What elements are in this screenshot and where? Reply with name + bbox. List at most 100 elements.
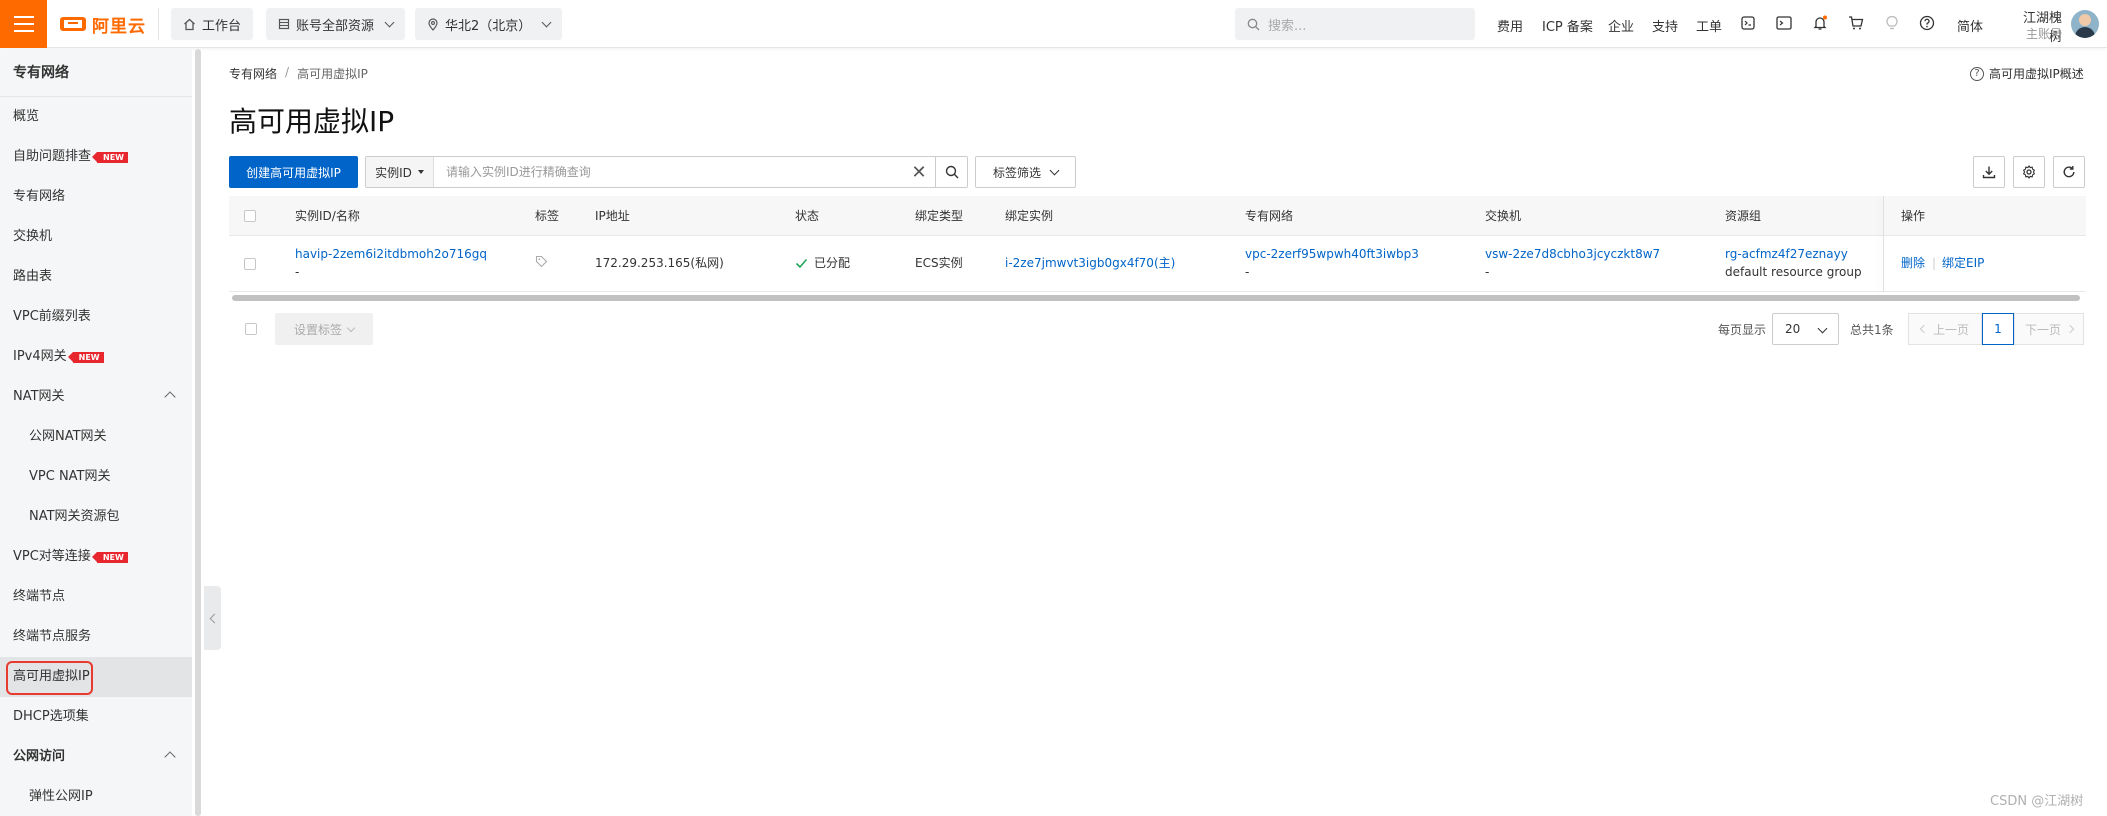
column-header-id: 实例ID/名称 <box>295 209 360 223</box>
global-search-input[interactable]: 搜索... <box>1235 8 1475 40</box>
cloud-shell-icon[interactable] <box>1739 14 1757 32</box>
sidebar-item-label: DHCP选项集 <box>13 709 89 724</box>
set-tag-button[interactable]: 设置标签 <box>275 313 373 345</box>
help-doc-link[interactable]: ? 高可用虚拟IP概述 <box>1970 65 2084 82</box>
create-havip-button[interactable]: 创建高可用虚拟IP <box>229 156 358 188</box>
page-number-label: 1 <box>1994 322 2002 336</box>
prev-page-label: 上一页 <box>1932 322 1969 337</box>
sidebar-item-eip[interactable]: 弹性公网IP <box>0 777 192 816</box>
terminal-icon[interactable] <box>1775 14 1793 32</box>
bind-eip-action-link[interactable]: 绑定EIP <box>1942 254 1984 272</box>
nav-link-ticket[interactable]: 工单 <box>1696 16 1722 35</box>
aliyun-logo[interactable]: 阿里云 <box>60 13 146 37</box>
sidebar-group-public-access[interactable]: 公网访问 <box>0 737 192 777</box>
sidebar-item-ipv4-gateway[interactable]: IPv4网关 NEW <box>0 337 192 377</box>
resources-label: 账号全部资源 <box>296 18 375 34</box>
sidebar-item-endpoint[interactable]: 终端节点 <box>0 577 192 617</box>
sidebar-item-public-nat[interactable]: 公网NAT网关 <box>0 417 192 457</box>
vswitch-id-link[interactable]: vsw-2ze7d8cbho3jcyczkt8w7 <box>1485 245 1660 263</box>
download-icon <box>1982 166 1996 179</box>
sidebar-item-vpc[interactable]: 专有网络 <box>0 177 192 217</box>
clear-icon[interactable]: ✕ <box>903 157 935 187</box>
sidebar-item-nat-resource-pack[interactable]: NAT网关资源包 <box>0 497 192 537</box>
next-page-button[interactable]: 下一页 <box>2014 313 2084 345</box>
table-header: 实例ID/名称 标签 IP地址 状态 绑定类型 绑定实例 专有网络 交换机 资源… <box>229 196 2086 236</box>
bind-instance-link[interactable]: i-2ze7jmwvt3igb0gx4f70(主) <box>1005 254 1175 272</box>
menu-icon[interactable] <box>0 0 47 48</box>
breadcrumb-separator: / <box>285 65 290 79</box>
select-all-checkbox[interactable] <box>244 210 256 222</box>
watermark-text: CSDN @江湖树 <box>1990 794 2084 809</box>
vpc-name: - <box>1245 265 1250 279</box>
sidebar-group-nat-gateway[interactable]: NAT网关 <box>0 377 192 417</box>
page-size-select[interactable]: 20 <box>1772 313 1839 345</box>
resource-group-link[interactable]: rg-acfmz4f27eznayy <box>1725 245 1848 263</box>
page-size-label: 每页显示 <box>1718 323 1767 337</box>
table-horizontal-scrollbar[interactable] <box>232 295 2080 301</box>
lightbulb-icon[interactable] <box>1883 14 1901 32</box>
sidebar-item-route-table[interactable]: 路由表 <box>0 257 192 297</box>
sidebar-collapse-toggle[interactable] <box>204 586 221 650</box>
chevron-up-icon <box>164 751 176 763</box>
chevron-down-icon <box>1817 323 1828 334</box>
new-badge: NEW <box>91 551 128 563</box>
instance-id-input[interactable] <box>434 157 903 187</box>
sidebar-item-label: VPC对等连接 <box>13 549 91 564</box>
set-tag-label: 设置标签 <box>293 322 342 337</box>
sidebar-item-vswitch[interactable]: 交换机 <box>0 217 192 257</box>
table-row: havip-2zem6i2itdbmoh2o716gq - 172.29.253… <box>229 236 2086 292</box>
help-icon[interactable] <box>1918 14 1936 32</box>
instance-search-bar: 实例ID ✕ <box>365 156 968 188</box>
search-icon <box>1247 18 1260 30</box>
sidebar-item-vpc-nat[interactable]: VPC NAT网关 <box>0 457 192 497</box>
nav-link-support[interactable]: 支持 <box>1652 16 1678 35</box>
workbench-button[interactable]: 工作台 <box>171 8 254 40</box>
sidebar-item-endpoint-service[interactable]: 终端节点服务 <box>0 617 192 657</box>
cart-icon[interactable] <box>1847 14 1865 32</box>
action-separator: | <box>1932 256 1937 270</box>
sidebar-scrollbar[interactable] <box>195 49 201 816</box>
vpc-id-link[interactable]: vpc-2zerf95wpwh40ft3iwbp3 <box>1245 245 1419 263</box>
sidebar-item-label: 交换机 <box>13 229 53 244</box>
settings-button[interactable] <box>2013 156 2045 188</box>
bell-icon[interactable] <box>1811 14 1829 32</box>
tag-icon[interactable] <box>535 255 548 273</box>
breadcrumb: 专有网络 / 高可用虚拟IP <box>229 65 368 82</box>
avatar[interactable] <box>2071 10 2099 38</box>
footer-select-all-checkbox[interactable] <box>245 323 257 335</box>
chevron-down-icon <box>346 323 356 332</box>
export-button[interactable] <box>1973 156 2005 188</box>
sidebar-item-vpc-peering[interactable]: VPC对等连接 NEW <box>0 537 192 577</box>
page-number-current[interactable]: 1 <box>1982 313 2014 345</box>
delete-action-link[interactable]: 删除 <box>1901 254 1925 272</box>
nav-link-billing[interactable]: 费用 <box>1497 16 1523 35</box>
sidebar-item-prefix-list[interactable]: VPC前缀列表 <box>0 297 192 337</box>
search-button[interactable] <box>935 157 967 187</box>
page-title: 高可用虚拟IP <box>229 105 395 138</box>
home-icon <box>184 18 195 30</box>
language-switch[interactable]: 简体 <box>1957 16 1983 35</box>
region-dropdown[interactable]: 华北2（北京） <box>415 8 563 40</box>
tag-filter-dropdown[interactable]: 标签筛选 <box>975 156 1076 188</box>
chevron-down-icon <box>384 17 395 27</box>
resource-scope-dropdown[interactable]: 账号全部资源 <box>266 8 406 40</box>
nav-link-enterprise[interactable]: 企业 <box>1608 16 1634 35</box>
havip-id-link[interactable]: havip-2zem6i2itdbmoh2o716gq <box>295 245 487 263</box>
filter-field-label: 实例ID <box>375 165 412 180</box>
refresh-button[interactable] <box>2053 156 2085 188</box>
help-doc-label: 高可用虚拟IP概述 <box>1989 67 2084 81</box>
region-label: 华北2（北京） <box>445 18 532 34</box>
logo-mark <box>60 17 86 31</box>
breadcrumb-item-vpc[interactable]: 专有网络 <box>229 65 277 82</box>
resources-icon <box>278 18 290 30</box>
resource-group-name: default resource group <box>1725 265 1862 279</box>
filter-field-select[interactable]: 实例ID <box>366 157 434 187</box>
prev-page-button[interactable]: 上一页 <box>1908 313 1982 345</box>
sidebar-item-self-troubleshoot[interactable]: 自助问题排查 NEW <box>0 137 192 177</box>
sidebar-item-dhcp-options[interactable]: DHCP选项集 <box>0 697 192 737</box>
row-checkbox[interactable] <box>244 258 256 270</box>
nav-link-icp[interactable]: ICP 备案 <box>1542 16 1593 35</box>
sidebar-item-overview[interactable]: 概览 <box>0 97 192 137</box>
question-icon: ? <box>1970 66 1984 81</box>
search-icon <box>945 165 958 179</box>
